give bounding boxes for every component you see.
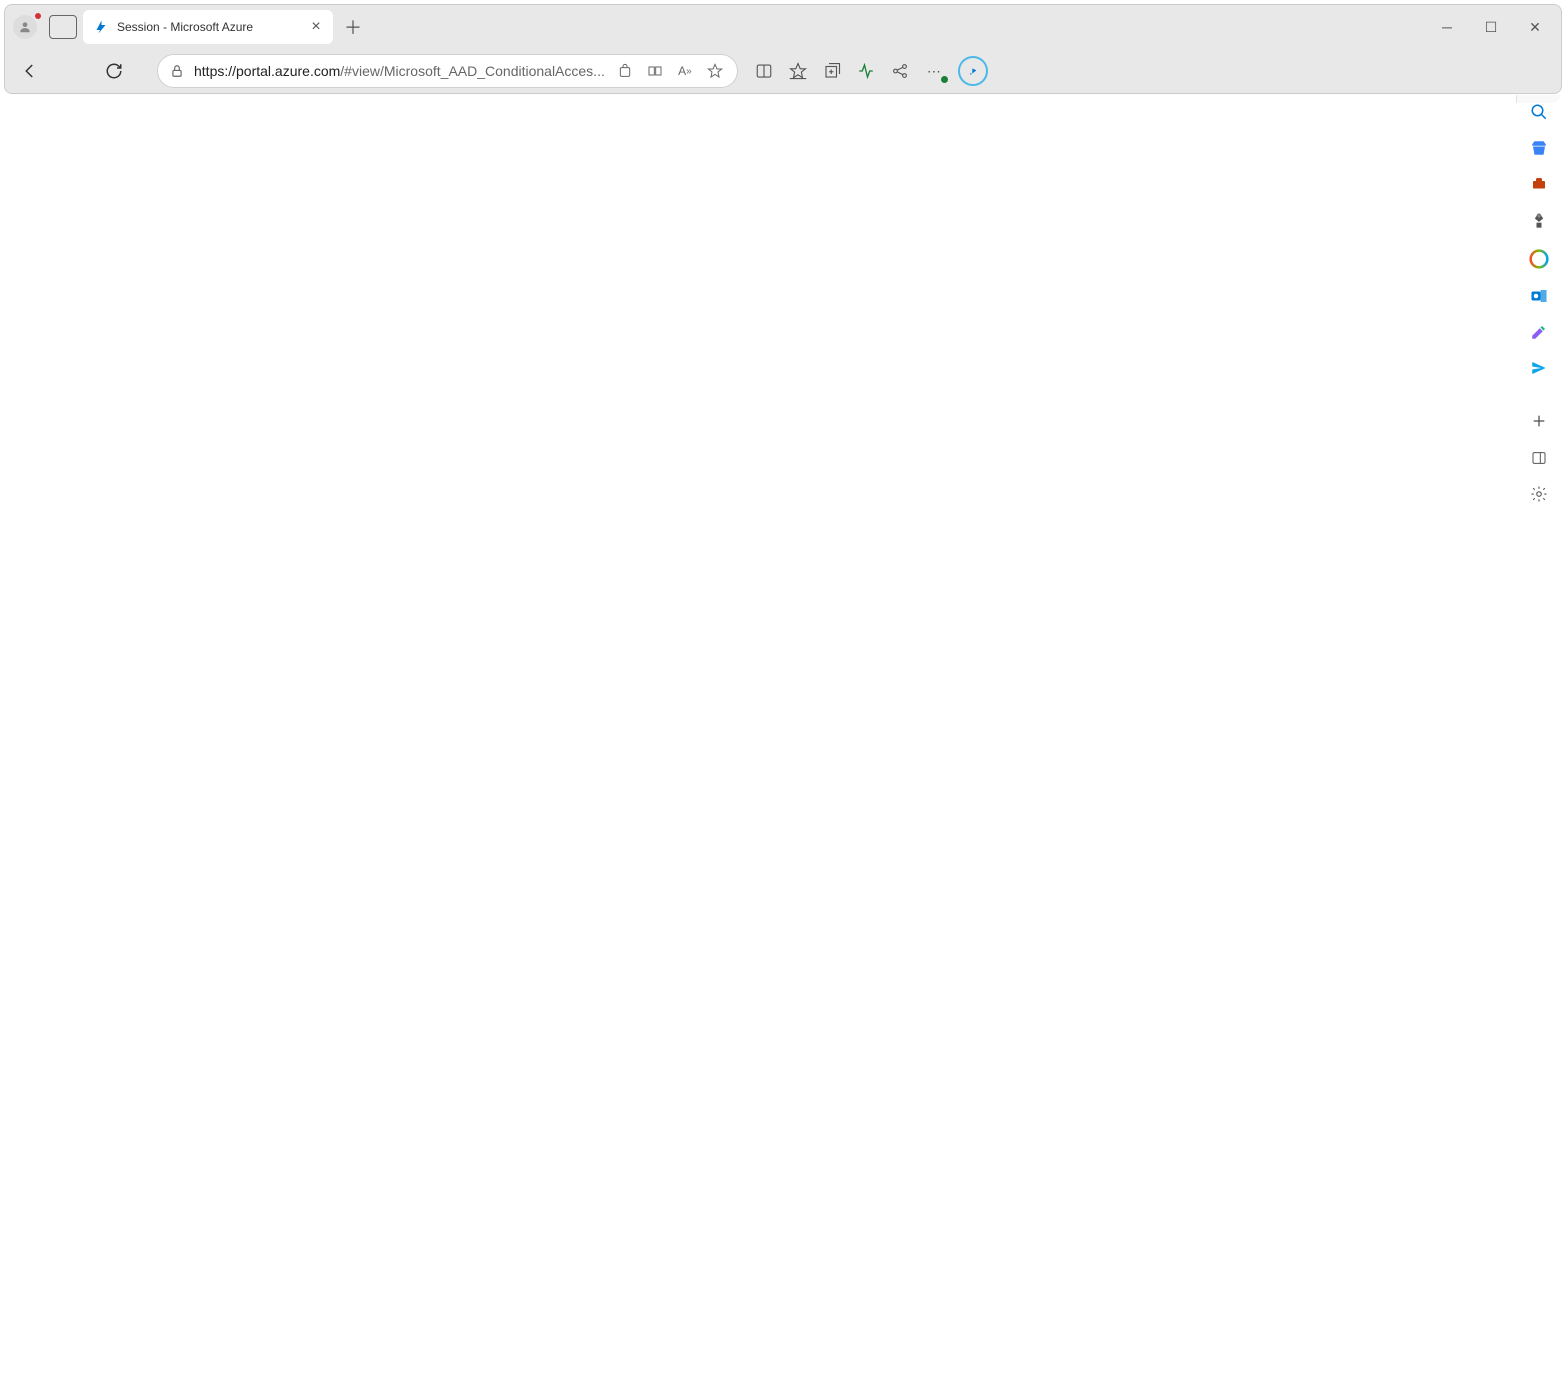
bing-chat-button[interactable] <box>958 56 988 86</box>
performance-icon[interactable] <box>856 61 876 81</box>
sidebar-outlook-icon[interactable] <box>1528 287 1550 305</box>
browser-titlebar: Session - Microsoft Azure × ＋ ─ ☐ ✕ <box>5 5 1561 49</box>
sidebar-edit-icon[interactable] <box>1528 323 1550 341</box>
share-icon[interactable] <box>890 61 910 81</box>
sidebar-hide-icon[interactable] <box>1528 447 1550 469</box>
edge-sidebar <box>1516 95 1560 103</box>
more-icon[interactable]: ⋯ <box>924 61 944 81</box>
favorites-icon[interactable] <box>788 61 808 81</box>
browser-window: Session - Microsoft Azure × ＋ ─ ☐ ✕ http… <box>4 4 1562 94</box>
window-close[interactable]: ✕ <box>1525 17 1545 37</box>
sidebar-search-icon[interactable] <box>1528 103 1550 121</box>
url-text: https://portal.azure.com/#view/Microsoft… <box>194 63 605 79</box>
refresh-button[interactable] <box>97 54 131 88</box>
browser-address-bar: https://portal.azure.com/#view/Microsoft… <box>5 49 1561 93</box>
sidebar-add-icon[interactable] <box>1528 413 1550 429</box>
sidebar-shopping-icon[interactable] <box>1528 139 1550 157</box>
window-minimize[interactable]: ─ <box>1437 17 1457 37</box>
azure-tab-icon <box>93 19 109 35</box>
collections-icon[interactable] <box>822 61 842 81</box>
back-button[interactable] <box>13 54 47 88</box>
browser-profile-button[interactable] <box>13 15 37 39</box>
window-maximize[interactable]: ☐ <box>1481 17 1501 37</box>
shopping-icon[interactable] <box>615 61 635 81</box>
address-input[interactable]: https://portal.azure.com/#view/Microsoft… <box>157 54 738 88</box>
extensions-icon[interactable] <box>645 61 665 81</box>
workspaces-button[interactable] <box>49 15 77 39</box>
tab-close-button[interactable]: × <box>309 20 323 34</box>
favorite-icon[interactable] <box>705 61 725 81</box>
sidebar-tools-icon[interactable] <box>1528 175 1550 193</box>
tab-title: Session - Microsoft Azure <box>117 20 301 34</box>
read-aloud-icon[interactable]: A» <box>675 61 695 81</box>
new-tab-button[interactable]: ＋ <box>339 13 367 41</box>
sidebar-settings-icon[interactable] <box>1528 483 1550 505</box>
lock-icon <box>170 64 184 78</box>
sidebar-m365-icon[interactable] <box>1528 249 1550 269</box>
split-screen-icon[interactable] <box>754 61 774 81</box>
sidebar-drop-icon[interactable] <box>1528 359 1550 377</box>
browser-tab[interactable]: Session - Microsoft Azure × <box>83 10 333 44</box>
sidebar-games-icon[interactable] <box>1528 211 1550 231</box>
